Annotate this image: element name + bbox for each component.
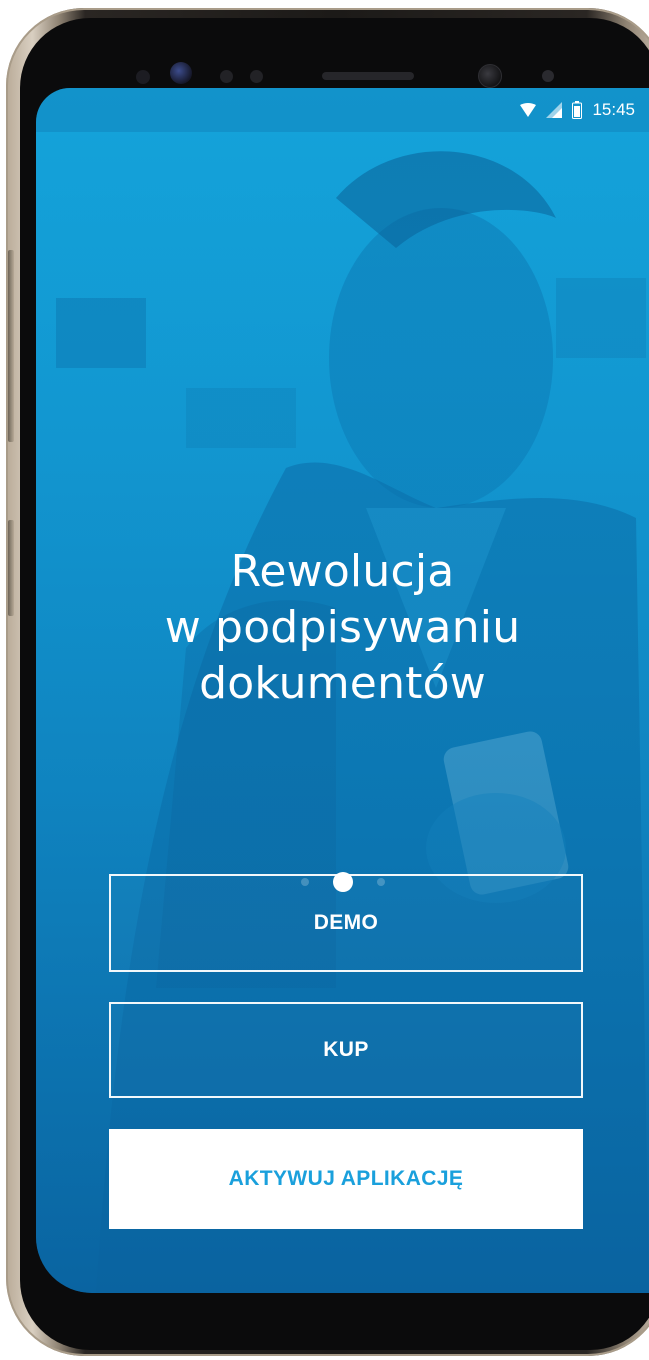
status-bar: 15:45: [36, 88, 649, 132]
headline-line: Rewolucja: [230, 546, 455, 597]
demo-button[interactable]: DEMO: [109, 874, 583, 972]
battery-icon: [572, 101, 583, 119]
onboarding-headline: Rewolucja w podpisywaniu dokumentów: [36, 544, 649, 712]
bixby-key: [8, 520, 14, 616]
led-indicator-icon: [542, 70, 554, 82]
iris-scanner-icon: [170, 62, 192, 84]
buy-button[interactable]: KUP: [109, 1002, 583, 1098]
volume-key: [8, 250, 14, 442]
proximity-sensor-icon: [136, 70, 150, 84]
front-camera-icon: [478, 64, 502, 88]
app-screen: 15:45 Rewolucja w podpisywaniu dokumentó…: [36, 88, 649, 1293]
wifi-icon: [520, 103, 537, 117]
status-time: 15:45: [592, 100, 635, 119]
activate-app-button[interactable]: AKTYWUJ APLIKACJĘ: [109, 1129, 583, 1229]
device-mockup: 15:45 Rewolucja w podpisywaniu dokumentó…: [0, 0, 649, 1360]
signal-icon: [546, 102, 563, 118]
sensor-dot-icon: [220, 70, 233, 83]
status-icons: 15:45: [520, 98, 635, 122]
sensor-dot-icon: [250, 70, 263, 83]
earpiece-speaker: [322, 72, 414, 80]
headline-line: w podpisywaniu: [164, 602, 521, 653]
headline-line: dokumentów: [199, 658, 486, 709]
